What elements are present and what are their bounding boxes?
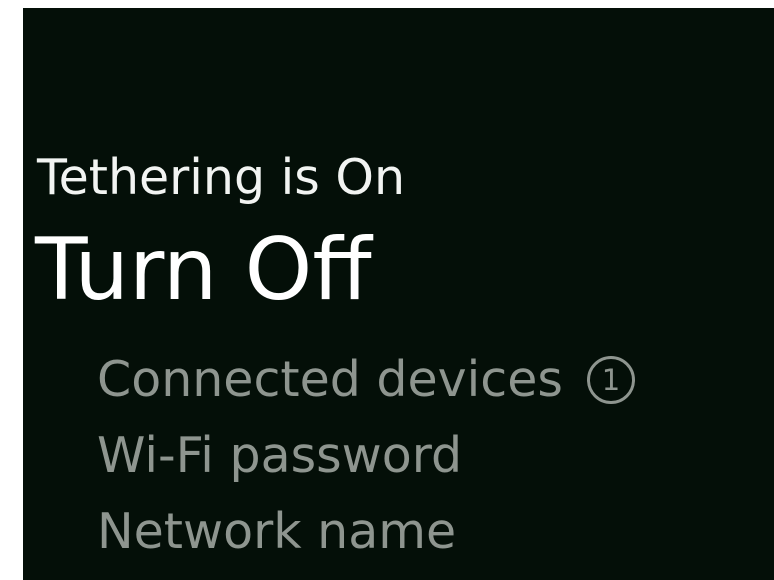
tethering-screen: Tethering is On Turn Off Connected devic… bbox=[23, 8, 774, 580]
wifi-password-label: Wi-Fi password bbox=[97, 427, 463, 484]
menu-item-wifi-password[interactable]: Wi-Fi password bbox=[97, 418, 635, 494]
turn-off-button[interactable]: Turn Off bbox=[35, 220, 372, 320]
tethering-status-title: Tethering is On bbox=[37, 149, 406, 206]
menu-item-network-name[interactable]: Network name bbox=[97, 494, 635, 570]
network-name-label: Network name bbox=[97, 503, 457, 560]
connected-devices-label: Connected devices bbox=[97, 351, 563, 408]
menu-item-connected-devices[interactable]: Connected devices 1 bbox=[97, 342, 635, 418]
tethering-options-list: Connected devices 1 Wi-Fi password Netwo… bbox=[97, 342, 635, 570]
connected-devices-count-badge: 1 bbox=[586, 356, 635, 404]
